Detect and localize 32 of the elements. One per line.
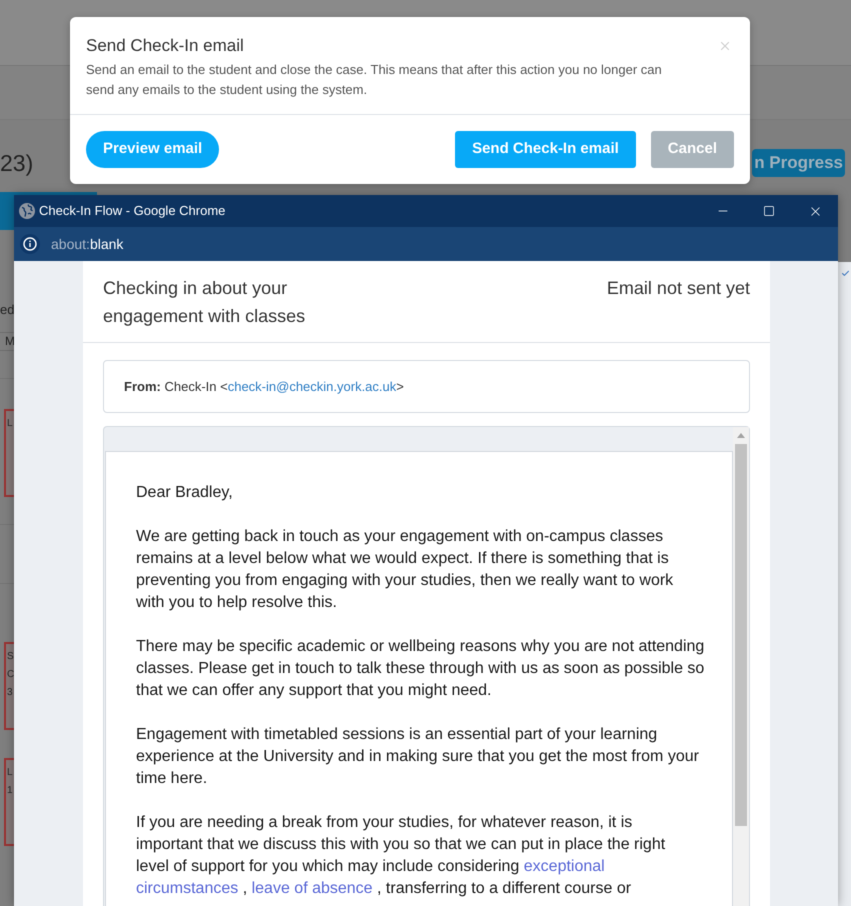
email-paragraph: We are getting back in touch as your engagement with on-campus classes remains at a level below what we would expect. If there is something that is preventing you from engaging with your studies, then we really want to work with you to help resolve this. [136,527,674,613]
address-text[interactable]: about:blank [51,234,124,254]
card-text: 3 [7,686,14,700]
email-greeting: Dear Bradley, [136,483,233,503]
window-title: Check-In Flow - Google Chrome [39,202,226,220]
card-text: L [7,417,14,431]
email-link[interactable]: leave of absence [252,880,373,897]
email-paragraph: There may be specific academic or wellbeing reasons why you are not attending classes. Please get in touch to talk these through with us as soon as possible so that we can offer any support that you might need. [136,637,704,701]
maximize-icon[interactable] [763,205,775,217]
dialog-title: Send Check-In email [86,35,244,57]
email-link[interactable]: exceptional [524,858,605,875]
card-text: C [7,668,14,682]
card-text: S [7,650,14,664]
dialog-button[interactable]: Send Check-In email [455,131,636,168]
sender-line: From: Check-In <check-in@checkin.york.ac.uk> [124,378,404,396]
globe-icon [19,203,35,219]
dialog-button[interactable]: Preview email [86,131,220,168]
email-subject: Checking in about your engagement with classes [103,277,306,328]
status-badge: n Progress [752,149,845,177]
side-label: ed [0,302,14,318]
scrollbar-thumb[interactable] [735,444,747,826]
page-heading: 23) [0,149,34,177]
check-icon [841,269,850,278]
dialog-description: Send an email to the student and close the case. This means that after this action you no longer can send any emails to the student using the system. [86,61,663,99]
email-paragraph: Engagement with timetabled sessions is an essential part of your learning experience at the University and in making sure that you get the most from your time here. [136,725,699,789]
email-status: Email not sent yet [606,277,750,300]
email-paragraph: If you are needing a break from your studies, for whatever reason, it is important that we discuss this with you so that we can put in place the right level of support for you which may include considering exceptional circumstances , leave of absence , transferring to a different course or [136,813,666,899]
card-text: 1 [7,784,14,798]
info-icon [20,234,40,254]
card-text: L [7,766,14,780]
email-link[interactable]: circumstances [136,880,238,897]
email-link[interactable]: check-in@checkin.york.ac.uk [228,378,396,394]
